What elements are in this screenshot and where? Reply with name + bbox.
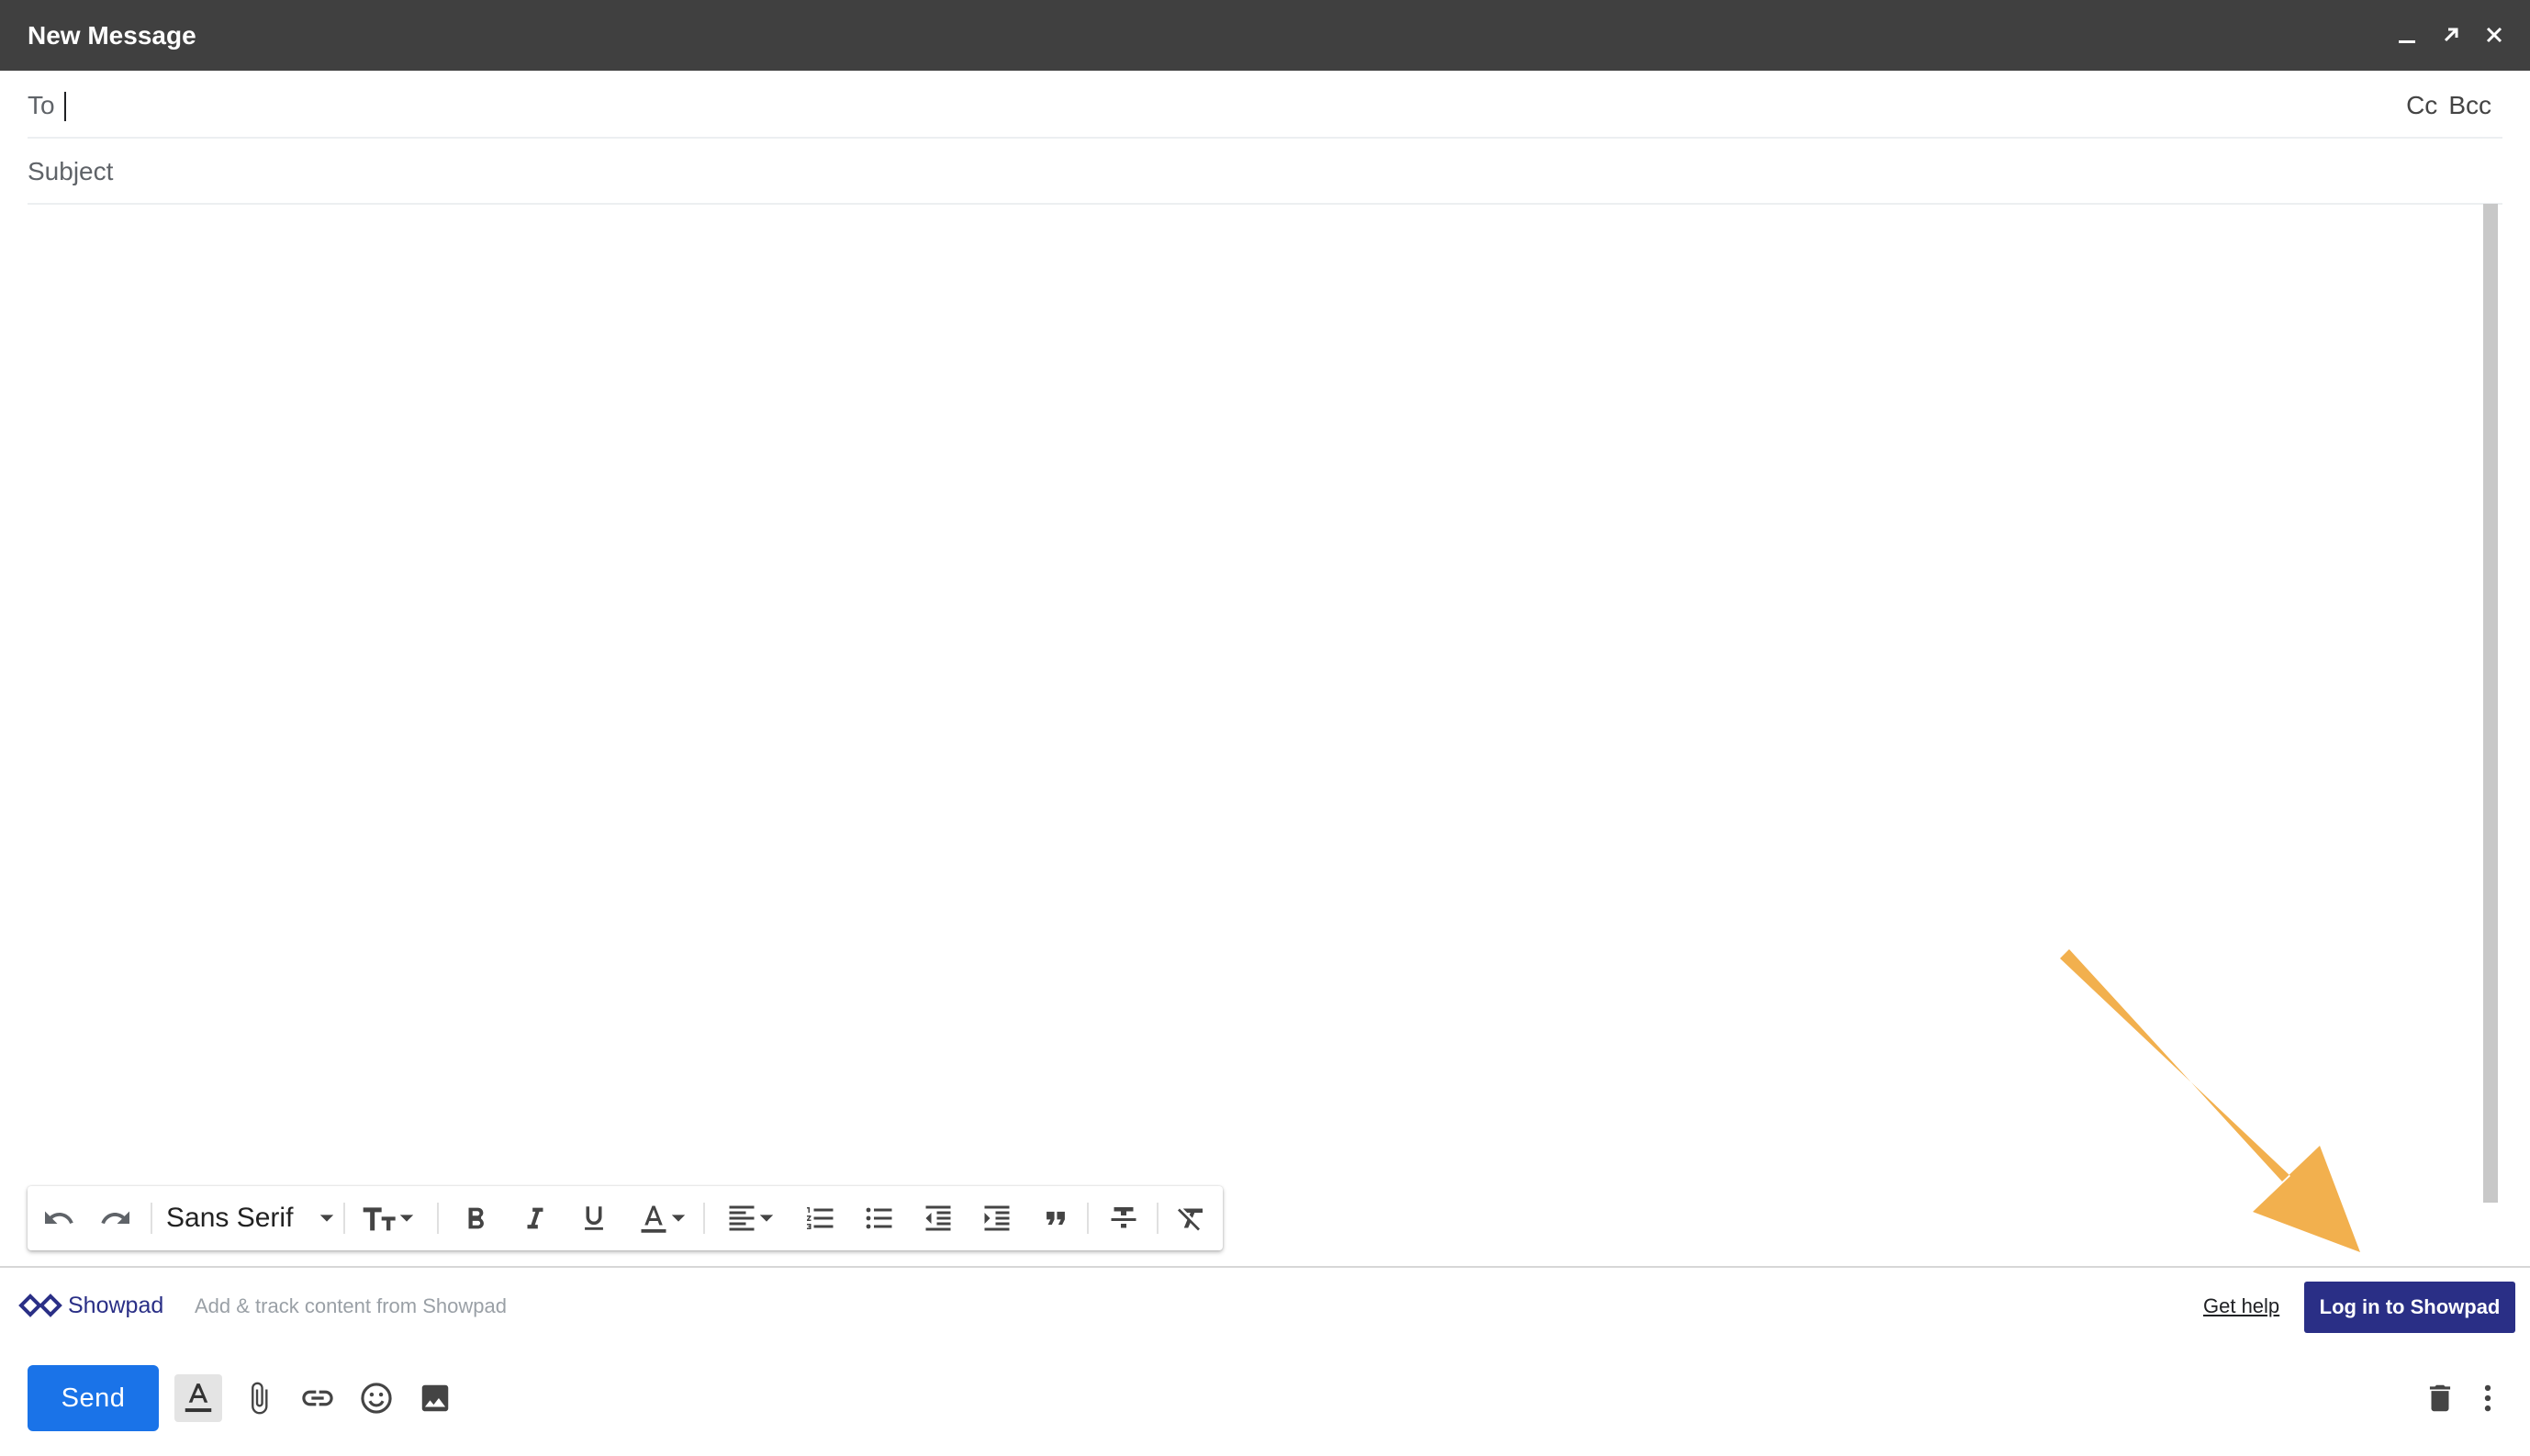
chevron-down-icon <box>759 1215 774 1222</box>
login-showpad-button[interactable]: Log in to Showpad <box>2304 1282 2515 1333</box>
compose-actions: Send <box>0 1347 2530 1456</box>
align-icon[interactable] <box>718 1199 782 1238</box>
showpad-description: Add & track content from Showpad <box>195 1294 507 1317</box>
quote-icon[interactable] <box>1034 1199 1078 1238</box>
to-label: To <box>28 91 55 119</box>
chevron-down-icon <box>320 1215 334 1222</box>
indent-more-icon[interactable] <box>975 1199 1019 1238</box>
insert-link-icon[interactable] <box>294 1374 341 1422</box>
expand-icon[interactable] <box>2433 17 2469 53</box>
chevron-down-icon <box>399 1215 414 1222</box>
minimize-icon[interactable] <box>2389 17 2425 53</box>
toolbar-separator <box>703 1203 705 1234</box>
more-options-icon[interactable] <box>2468 1374 2508 1422</box>
showpad-logo-icon <box>18 1294 62 1317</box>
bulleted-list-icon[interactable] <box>857 1199 901 1238</box>
get-help-link[interactable]: Get help <box>2203 1294 2279 1318</box>
bold-icon[interactable] <box>455 1199 498 1238</box>
text-color-icon[interactable] <box>632 1199 692 1238</box>
chevron-down-icon <box>671 1215 686 1222</box>
indent-less-icon[interactable] <box>916 1199 960 1238</box>
compose-titlebar: New Message <box>0 0 2530 71</box>
insert-photo-icon[interactable] <box>411 1374 459 1422</box>
undo-icon[interactable] <box>39 1199 79 1238</box>
close-icon[interactable] <box>2476 17 2513 53</box>
send-button[interactable]: Send <box>28 1365 159 1431</box>
attach-icon[interactable] <box>235 1374 283 1422</box>
numbered-list-icon[interactable] <box>799 1199 843 1238</box>
window-title: New Message <box>28 21 196 50</box>
bcc-link[interactable]: Bcc <box>2448 91 2491 119</box>
formatting-options-icon[interactable] <box>174 1374 222 1422</box>
subject-placeholder: Subject <box>28 157 114 185</box>
redo-icon[interactable] <box>95 1199 136 1238</box>
italic-icon[interactable] <box>514 1199 556 1238</box>
showpad-logo: Showpad <box>18 1292 163 1319</box>
text-caret <box>64 92 66 121</box>
toolbar-separator <box>1157 1203 1159 1234</box>
subject-field[interactable]: Subject <box>28 138 2502 205</box>
font-family-value: Sans Serif <box>166 1203 294 1233</box>
formatting-toolbar: Sans Serif <box>28 1186 1223 1250</box>
underline-icon[interactable] <box>573 1199 615 1238</box>
discard-draft-icon[interactable] <box>2416 1374 2464 1422</box>
body-scrollbar[interactable] <box>2483 204 2498 1203</box>
toolbar-separator <box>1087 1203 1089 1234</box>
to-field[interactable]: To Cc Bcc <box>28 72 2502 139</box>
message-body[interactable] <box>28 204 2479 1177</box>
font-size-icon[interactable] <box>356 1199 420 1238</box>
showpad-bar: Showpad Add & track content from Showpad… <box>0 1268 2530 1347</box>
toolbar-separator <box>343 1203 345 1234</box>
toolbar-separator <box>437 1203 439 1234</box>
emoji-icon[interactable] <box>353 1374 400 1422</box>
showpad-brand: Showpad <box>68 1292 164 1318</box>
cc-bcc-links: Cc Bcc <box>2395 90 2491 121</box>
remove-formatting-icon[interactable] <box>1170 1199 1214 1238</box>
cc-link[interactable]: Cc <box>2406 91 2437 119</box>
toolbar-separator <box>151 1203 152 1234</box>
font-family-select[interactable]: Sans Serif <box>166 1199 335 1238</box>
strikethrough-icon[interactable] <box>1102 1199 1146 1238</box>
